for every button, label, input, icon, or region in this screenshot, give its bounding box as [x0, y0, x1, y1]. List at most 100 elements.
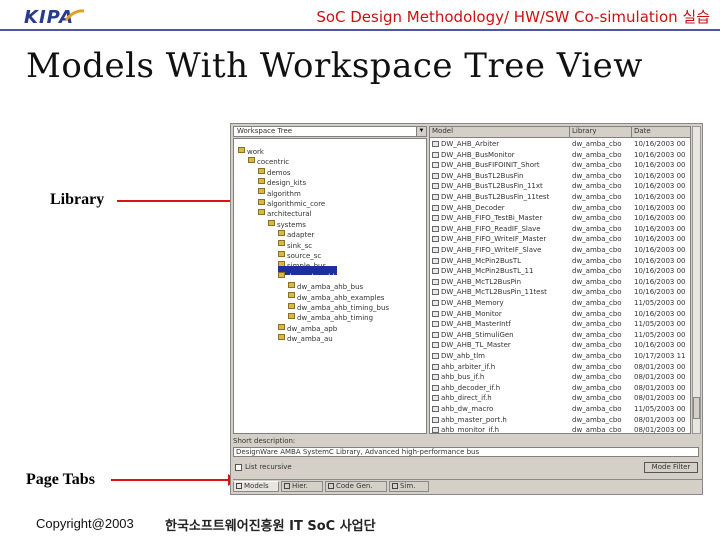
cell-text: ahb_master_port.h	[441, 415, 507, 424]
tree-node[interactable]: simple_bus	[278, 255, 326, 270]
model-name-cell: DW_ahb_tlm	[432, 352, 569, 361]
cell-text: dw_amba_cbo	[572, 203, 622, 212]
model-icon	[432, 331, 439, 338]
model-name-cell: DW_AHB_McPin2BusTL	[432, 257, 569, 266]
column-header-model[interactable]: Model	[430, 127, 570, 138]
tree-node[interactable]: source_sc	[278, 245, 321, 260]
model-name-cell: DW_AHB_McTL2BusPin	[432, 278, 569, 287]
model-name-cell: DW_AHB_Arbiter	[432, 140, 569, 149]
list-recursive-checkbox[interactable]	[235, 464, 242, 471]
cell-text: DW_AHB_FIFO_WriteIF_Slave	[441, 246, 542, 254]
cell-text: ahb_direct_if.h	[441, 394, 492, 403]
tree-node[interactable]: dw_amba_ahb_timing_bus	[288, 297, 389, 312]
cell-text: 10/16/2003 00	[634, 140, 686, 148]
tree-node[interactable]: dw_amba_au	[278, 328, 333, 343]
folder-icon	[278, 333, 285, 340]
model-name-cell: ahb_decoder_if.h	[432, 384, 569, 393]
cell-text: 11/05/2003 00	[634, 299, 686, 307]
tab-code-gen[interactable]: Code Gen.	[325, 481, 387, 492]
library-cell: dw_amba_cbo	[572, 172, 632, 181]
date-cell: 10/16/2003 00	[634, 246, 690, 255]
tree-node[interactable]: architectural	[258, 203, 311, 218]
model-name-cell: ahb_dw_macro	[432, 405, 569, 414]
short-description-field[interactable]: DesignWare AMBA SystemC Library, Advance…	[233, 447, 699, 457]
cell-text: 08/01/2003 00	[634, 394, 686, 403]
tree-node[interactable]: dw_amba_ahb_bus	[288, 276, 363, 291]
tree-view-selector[interactable]: Workspace Tree ▼	[233, 126, 427, 137]
cell-text: 08/01/2003 00	[634, 373, 686, 382]
mode-filter-button[interactable]: Mode Filter	[644, 462, 698, 473]
tree-node[interactable]: systems	[268, 214, 306, 229]
tree-node[interactable]: algorithmic_core	[258, 193, 325, 208]
models-icon	[236, 483, 242, 489]
date-cell: 11/05/2003 00	[634, 331, 690, 340]
cell-text: ahb_decoder_if.h	[441, 383, 501, 392]
library-cell: dw_amba_cbo	[572, 426, 632, 433]
column-header-library[interactable]: Library	[570, 127, 632, 138]
list-recursive-label: List recursive	[245, 463, 292, 471]
model-name-cell: DW_AHB_BusMonitor	[432, 151, 569, 160]
date-cell: 11/05/2003 00	[634, 405, 690, 414]
table-row[interactable]: ahb_monitor_if.h dw_amba_cbo 08/01/2003 00	[430, 425, 690, 433]
cell-text: 10/16/2003 00	[634, 235, 686, 244]
model-name-cell: DW_AHB_BusTL2BusFin_11xt	[432, 182, 569, 191]
model-icon	[432, 395, 439, 402]
folder-icon	[248, 157, 255, 164]
library-cell: dw_amba_cbo	[572, 299, 632, 308]
tree-node[interactable]: dw_amba_ahb	[278, 265, 338, 281]
tab-sim[interactable]: Sim.	[389, 481, 429, 492]
library-cell: dw_amba_cbo	[572, 257, 632, 266]
column-header-date[interactable]: Date	[632, 127, 690, 138]
scrollbar-thumb[interactable]	[693, 397, 700, 419]
model-name-cell: DW_AHB_BusTL2BusFin	[432, 172, 569, 181]
short-description-label: Short description:	[233, 437, 296, 445]
cell-text: 11/05/2003 00	[634, 320, 686, 329]
date-cell: 11/05/2003 00	[634, 320, 690, 329]
cell-text: DW_AHB_McTL2BusPin	[441, 277, 522, 286]
date-cell: 10/16/2003 00	[634, 161, 690, 170]
library-cell: dw_amba_cbo	[572, 373, 632, 382]
tree-node[interactable]: dw_amba_ahb_timing	[288, 307, 373, 322]
model-name-cell: DW_AHB_BusTL2BusFin_11test	[432, 193, 569, 202]
model-icon	[432, 151, 439, 158]
cell-text: 10/16/2003 00	[634, 288, 686, 297]
date-cell: 10/16/2003 00	[634, 193, 690, 202]
chevron-down-icon[interactable]: ▼	[416, 127, 426, 136]
cell-text: 08/01/2003 00	[634, 362, 686, 371]
library-cell: dw_amba_cbo	[572, 278, 632, 287]
model-list[interactable]: Model Library Date DW_AHB_Arbiter dw_amba…	[429, 126, 691, 434]
tree-node[interactable]: algorithm	[258, 183, 301, 198]
model-icon	[432, 194, 439, 200]
tree-node[interactable]: work	[238, 141, 264, 156]
date-cell: 10/16/2003 00	[634, 278, 690, 287]
cell-text: 10/17/2003 11	[634, 352, 686, 360]
model-name-cell: DW_AHB_FIFO_WriteIF_Slave	[432, 246, 569, 255]
tree-node[interactable]: cocentric	[248, 151, 289, 166]
cell-text: DW_AHB_FIFO_ReadIF_Slave	[441, 224, 541, 233]
model-icon	[432, 321, 439, 328]
cell-text: dw_amba_cbo	[572, 330, 622, 339]
cell-text: dw_amba_cbo	[572, 362, 622, 371]
tree-node[interactable]: dw_amba_ahb_examples	[288, 287, 384, 302]
date-cell: 08/01/2003 00	[634, 394, 690, 403]
model-name-cell: DW_AHB_Decoder	[432, 204, 569, 213]
model-name-cell: DW_AHB_FIFO_WriteIF_Master	[432, 235, 569, 244]
model-icon	[432, 300, 439, 306]
tab-hier[interactable]: Hier.	[281, 481, 323, 492]
tree-node[interactable]: demos	[258, 162, 291, 177]
date-cell: 10/16/2003 00	[634, 288, 690, 297]
cell-text: DW_AHB_Decoder	[441, 203, 505, 212]
tree-node[interactable]: adapter	[278, 224, 314, 239]
workspace-tree[interactable]: work cocentric demos design_kits algorithm al…	[233, 138, 427, 434]
tab-models[interactable]: Models	[233, 481, 279, 492]
model-icon	[432, 162, 439, 169]
model-name-cell: ahb_master_port.h	[432, 416, 569, 425]
tree-node[interactable]: sink_sc	[278, 235, 312, 250]
model-list-scrollbar[interactable]	[692, 126, 701, 434]
library-cell: dw_amba_cbo	[572, 225, 632, 234]
library-label: Library	[50, 191, 105, 208]
footer-organization: 한국소프트웨어진흥원 IT SoC 사업단	[165, 519, 376, 534]
tree-node[interactable]: design_kits	[258, 172, 306, 187]
cell-text: 08/01/2003 00	[634, 383, 686, 392]
tree-node[interactable]: dw_amba_apb	[278, 318, 337, 333]
